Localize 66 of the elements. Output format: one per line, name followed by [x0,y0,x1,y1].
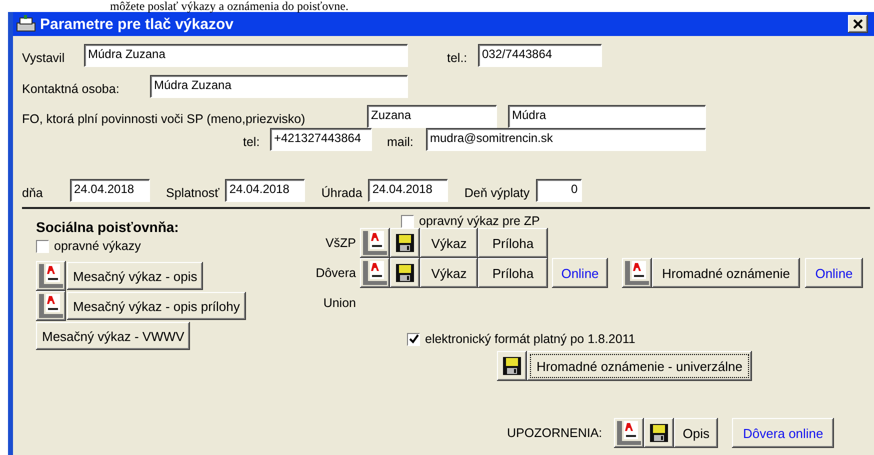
online-button[interactable]: Online [552,258,608,288]
input-field[interactable]: 24.04.2018 [368,179,448,202]
report-button[interactable]: Mesačný výkaz - opis prílohy [67,292,246,320]
checkbox[interactable] [36,240,49,252]
document-icon [363,231,387,255]
input-field[interactable]: Múdra Zuzana [150,75,408,98]
report-button[interactable]: Výkaz [420,258,478,288]
save-button[interactable] [644,418,674,448]
save-button[interactable] [497,351,527,381]
checkbox-label: opravný výkaz pre ZP [419,214,540,228]
input-field[interactable]: Múdra Zuzana [84,44,408,67]
pdf-button[interactable] [36,261,66,291]
input-field[interactable]: Múdra [508,105,706,128]
report-button[interactable]: Mesačný výkaz - VWWV [36,322,190,350]
report-button[interactable]: Príloha [478,228,548,258]
input-field[interactable]: +421327443864 [270,128,372,151]
field-label: tel: [243,134,261,148]
online-button[interactable]: Dôvera online [732,418,834,448]
field-label: Splatnosť [166,184,220,200]
close-button[interactable] [848,15,868,33]
pdf-button[interactable] [622,258,652,288]
field-label: mail: [387,134,414,148]
save-button[interactable] [390,228,420,258]
document-icon [39,264,63,288]
checkbox-label: opravné výkazy [54,239,141,253]
section-heading: Sociálna poisťovnňa: [36,219,180,235]
insurer-label: Union [322,296,356,310]
field-label: dňa [22,184,44,200]
report-button[interactable]: Mesačný výkaz - opis [67,262,204,290]
input-field[interactable]: mudra@somitrencin.sk [426,128,706,151]
save-button[interactable] [390,258,420,288]
window-title: Parametre pre tlač výkazov [40,16,234,32]
warnings-label: UPOZORNENIA: [507,426,602,440]
field-label: Deň výplaty [464,184,530,200]
document-icon [363,261,387,285]
field-label: tel.: [447,50,468,64]
input-field[interactable]: 24.04.2018 [70,179,150,202]
document-icon [39,294,63,318]
report-button[interactable]: Výkaz [420,228,478,258]
pdf-button[interactable] [360,258,390,288]
document-icon [625,261,649,285]
document-icon [617,421,642,445]
pdf-button[interactable] [36,291,66,321]
input-field[interactable]: 032/7443864 [478,44,602,67]
page-text: môžete poslať výkazy a oznámenia do poisťovne. [109,0,350,12]
checkbox[interactable] [401,214,414,228]
online-button[interactable]: Online [805,258,863,288]
report-button[interactable]: Príloha [478,258,548,288]
printer-icon [16,15,36,33]
field-label: Kontaktná osoba: [22,80,120,96]
input-field[interactable]: 0 [536,179,582,202]
bulk-notice-button[interactable]: Hromadné oznámenie [652,258,800,288]
pdf-button[interactable] [614,418,644,448]
field-label: FO, ktorá plní povinnosti voči SP (meno,priezvisko) [22,110,306,126]
close-icon [853,19,863,29]
copy-button[interactable]: Opis [674,418,718,448]
insurer-label: VšZP [324,236,356,250]
checkbox-label: elektronický formát platný po 1.8.2011 [425,332,636,346]
field-label: Úhrada [321,184,362,200]
checkbox[interactable] [407,332,420,346]
universal-notice-button[interactable]: Hromadné oznámenie - univerzálne [527,351,752,381]
insurer-label: Dôvera [314,266,356,280]
input-field[interactable]: Zuzana [367,105,497,128]
pdf-button[interactable] [360,228,390,258]
field-label: Vystavil [22,50,66,64]
input-field[interactable]: 24.04.2018 [225,179,306,202]
